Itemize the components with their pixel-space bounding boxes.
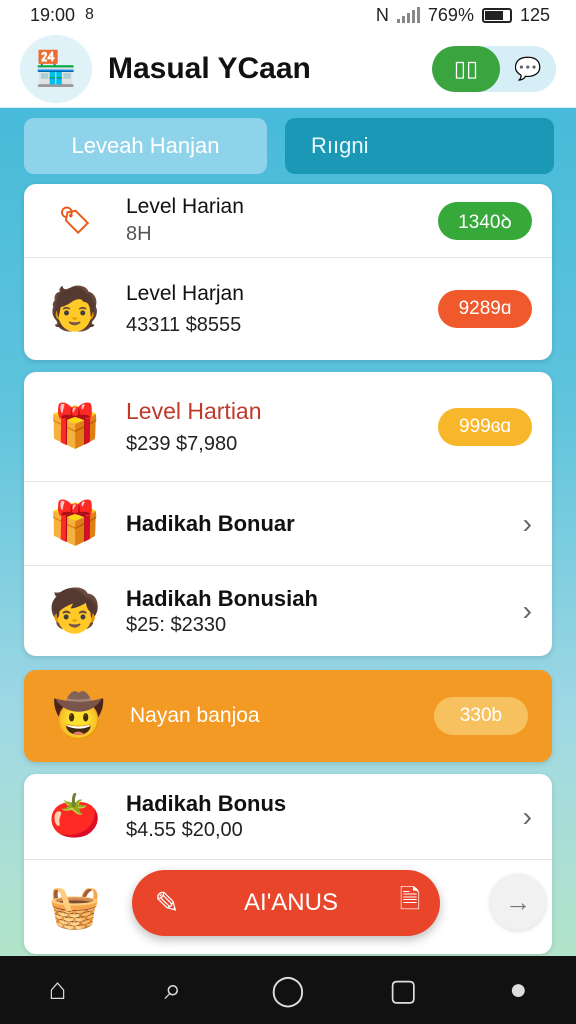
shop-stall-icon[interactable]: 🏪 (20, 34, 92, 103)
square-icon[interactable]: ▢ (373, 973, 433, 1008)
bottom-nav: ⌂ ⌕ ◯ ▢ ● (0, 956, 576, 1024)
item-title: Hadikah Bonuar (126, 510, 295, 536)
signal-icon (396, 7, 420, 23)
home-icon[interactable]: ⌂ (28, 973, 88, 1007)
list-item[interactable]: 🎁 Level Hartian $239 $7,980 999ɞɑ (24, 372, 552, 482)
item-title: Hadikah Bonusiah (126, 585, 318, 611)
card-level-list: 🏷 Level Harian 8H 1340ꝺ 🧑 Level Harjan 4… (24, 184, 552, 360)
tomato-icon: 🍅 (48, 792, 102, 839)
tab-leveah-hanjan[interactable]: Leveah Hanjan (24, 118, 267, 174)
chevron-right-icon[interactable]: › (523, 801, 532, 833)
app-title: Masual YCaan (108, 51, 311, 85)
promo-label: Nayan banjoa (130, 704, 260, 727)
action-button[interactable]: ✎ AI'ANUS 🗎 (132, 870, 440, 936)
value-badge[interactable]: 999ɞɑ (438, 407, 532, 446)
list-item[interactable]: 🧒 Hadikah Bonusiah $25: $2330 › (24, 566, 552, 656)
receipt-icon: 🗎 (399, 884, 421, 914)
pencil-icon: ✎ (154, 886, 180, 920)
battery-icon (481, 7, 512, 23)
battery-percent: 769% (427, 4, 474, 25)
gift-box-icon: 🎁 (48, 499, 102, 546)
circle-icon[interactable]: ◯ (258, 973, 318, 1008)
character-icon: 🧑 (48, 284, 102, 332)
tab-riigni[interactable]: Rııgni (285, 118, 554, 174)
cowboy-character-icon: 🤠 (52, 691, 106, 739)
status-clock: 125 (519, 4, 550, 25)
chevron-right-icon[interactable]: › (523, 595, 532, 627)
list-item[interactable]: 🏷 Level Harian 8H 1340ꝺ (24, 184, 552, 258)
item-title: Level Hartian (126, 397, 262, 424)
profile-icon[interactable]: ● (488, 973, 548, 1007)
item-subtitle: 43311 $8555 (126, 313, 242, 336)
item-title: Level Harjan (126, 281, 244, 305)
chat-icon[interactable]: 💬 (500, 46, 556, 92)
list-item[interactable]: 🧑 Level Harjan 43311 $8555 9289ɑ (24, 258, 552, 360)
item-title: Level Harian (126, 195, 244, 218)
card-rewards-list: 🎁 Level Hartian $239 $7,980 999ɞɑ 🎁 Hadi… (24, 372, 552, 656)
status-time-icon: 8 (85, 6, 94, 23)
chevron-right-icon[interactable]: › (523, 508, 532, 540)
grid-icon[interactable]: ▯▯ (432, 45, 500, 92)
treasure-chest-icon: 🎁 (48, 402, 102, 449)
value-badge[interactable]: 9289ɑ (438, 290, 532, 328)
nfc-icon: N (375, 4, 389, 25)
value-badge[interactable]: 1340ꝺ (438, 201, 532, 240)
promo-banner[interactable]: 🤠 Nayan banjoa 330b (24, 670, 552, 762)
app-header: 🏪 Masual YCaan ▯▯ 💬 (0, 30, 576, 108)
promo-badge[interactable]: 330b (434, 697, 528, 735)
basket-icon: 🧺 (48, 882, 102, 930)
list-item[interactable]: 🍅 Hadikah Bonus $4.55 $20,00 › (24, 774, 552, 860)
action-label: AI'ANUS (244, 889, 338, 916)
arrow-right-button[interactable]: → (490, 874, 546, 930)
header-toggle[interactable]: ▯▯ 💬 (432, 45, 556, 92)
item-subtitle: $25: $2330 (126, 613, 227, 636)
item-subtitle: $239 $7,980 (126, 432, 238, 455)
list-item[interactable]: 🎁 Hadikah Bonuar › (24, 482, 552, 566)
item-title: Hadikah Bonus (126, 791, 287, 816)
badge-logo-icon: 🏷 (58, 205, 92, 235)
tab-bar: Leveah Hanjan Rııgni (24, 118, 554, 174)
item-subtitle: $4.55 $20,00 (126, 819, 243, 841)
item-subtitle: 8H (126, 223, 152, 245)
status-bar: 19:00 8 N 769% 125 (0, 0, 576, 30)
search-icon[interactable]: ⌕ (143, 973, 203, 1007)
status-time: 19:00 (30, 4, 76, 25)
character-icon: 🧒 (48, 586, 102, 634)
